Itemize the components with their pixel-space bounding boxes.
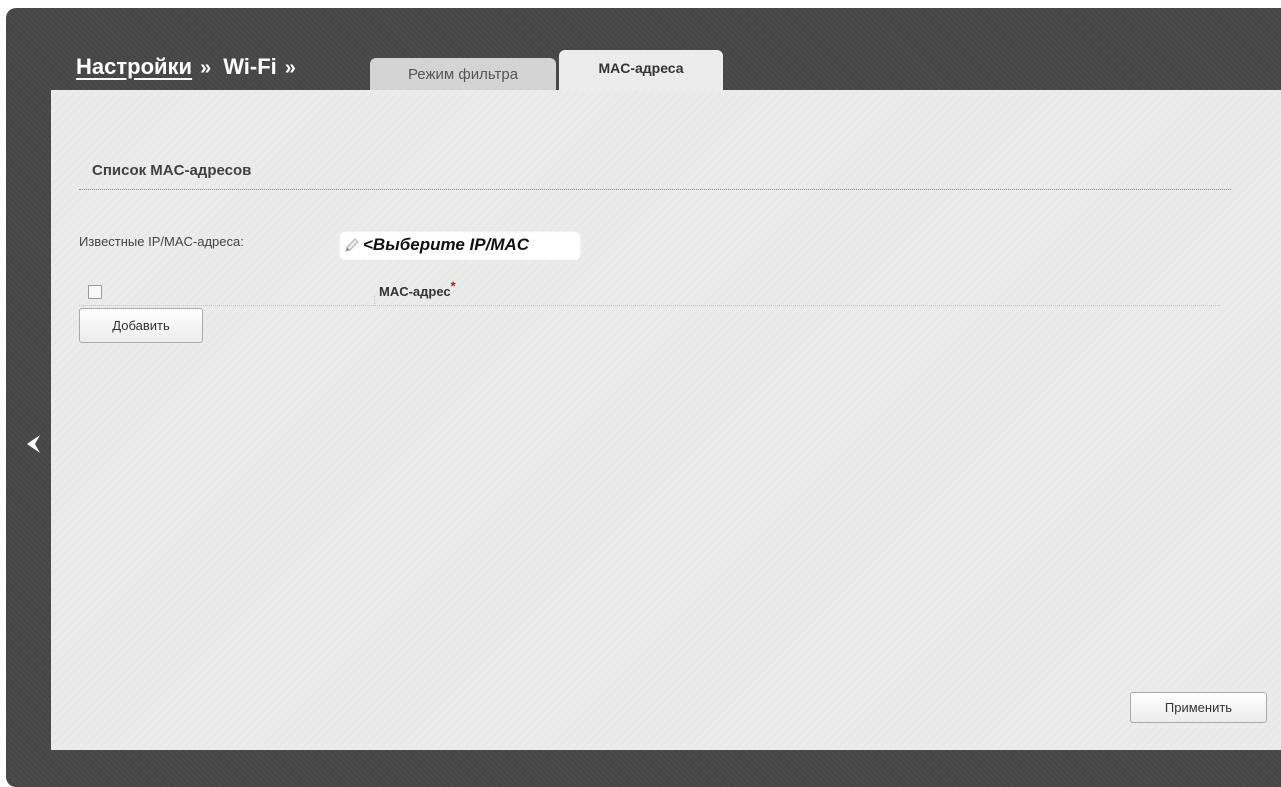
add-button[interactable]: Добавить bbox=[79, 308, 203, 343]
tab-mac-addresses[interactable]: MAC-адреса bbox=[559, 50, 723, 90]
section-divider bbox=[79, 189, 1231, 190]
required-mark: * bbox=[450, 278, 456, 294]
select-all-checkbox[interactable] bbox=[88, 285, 102, 299]
back-arrow-icon[interactable] bbox=[24, 433, 42, 455]
breadcrumb-separator: » bbox=[284, 57, 296, 79]
column-header-label: MAC-адрес bbox=[379, 284, 451, 299]
mac-address-column-header: MAC-адрес* bbox=[379, 280, 456, 299]
breadcrumb-separator: » bbox=[200, 57, 212, 79]
breadcrumb-wifi: Wi-Fi bbox=[223, 54, 277, 79]
tab-filter-mode[interactable]: Режим фильтра bbox=[370, 58, 556, 90]
pencil-icon bbox=[345, 238, 359, 252]
table-header-divider bbox=[79, 305, 1220, 306]
select-value: <Выберите IP/MAC bbox=[363, 235, 530, 254]
section-title: Список MAC-адресов bbox=[92, 162, 252, 179]
known-addresses-label: Известные IP/MAC-адреса: bbox=[79, 234, 244, 249]
known-addresses-select[interactable]: <Выберите IP/MAC bbox=[339, 230, 581, 260]
breadcrumb-settings-link[interactable]: Настройки bbox=[76, 54, 192, 80]
breadcrumb: Настройки » Wi-Fi » bbox=[76, 54, 308, 90]
apply-button[interactable]: Применить bbox=[1130, 692, 1267, 723]
